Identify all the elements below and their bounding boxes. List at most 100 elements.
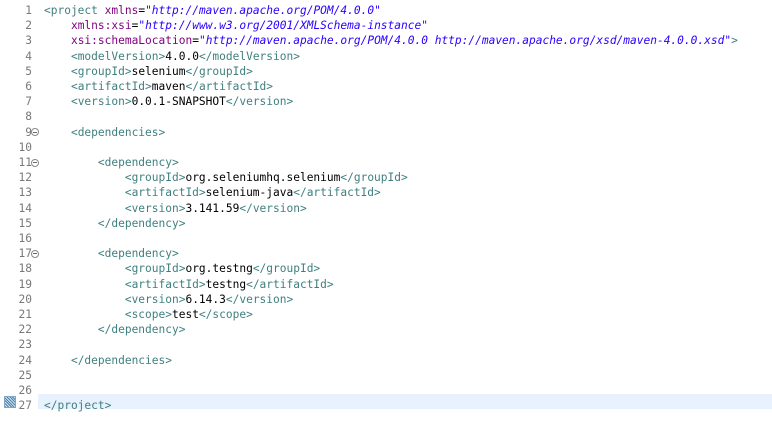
- code-line[interactable]: xsi:schemaLocation="http://maven.apache.…: [44, 33, 738, 48]
- code-line[interactable]: <groupId>selenium</groupId>: [44, 64, 253, 79]
- xml-editor[interactable]: 1 2 3 4 5 6 7 8 9 10 11 12 13 14 15 16 17 18 19 20 21 22 23 24 2…: [0, 0, 772, 425]
- code-token: </scope>: [198, 308, 253, 321]
- code-token: </artifactId>: [293, 186, 381, 200]
- code-line[interactable]: <version>6.14.3</version>: [44, 292, 293, 307]
- code-token: =: [192, 34, 199, 48]
- code-token: <artifactId>: [124, 277, 206, 291]
- code-token: </version>: [239, 201, 307, 215]
- code-line[interactable]: </dependency>: [44, 216, 186, 231]
- code-token: "http://www.w3.org/2001/XMLSchema-instan…: [138, 19, 428, 33]
- line-number: 18: [18, 262, 32, 276]
- code-line[interactable]: <modelVersion>4.0.0</modelVersion>: [44, 49, 300, 64]
- line-number: 12: [18, 171, 32, 185]
- line-number: 10: [18, 140, 32, 154]
- code-token: 4.0.0: [165, 49, 199, 63]
- code-token: <version>: [124, 201, 186, 215]
- code-line[interactable]: <artifactId>testng</artifactId>: [44, 277, 334, 292]
- line-number: 7: [25, 95, 32, 109]
- code-token: <groupId>: [124, 171, 186, 185]
- line-number: 14: [18, 201, 32, 215]
- code-token: maven: [151, 80, 186, 93]
- code-token: </version>: [225, 95, 294, 109]
- code-area[interactable]: <project xmlns="http://maven.apache.org/…: [38, 0, 772, 425]
- code-token: test: [171, 308, 199, 321]
- code-token: </groupId>: [252, 262, 321, 276]
- code-token: "http://maven.apache.org/POM/4.0.0 http:…: [198, 34, 732, 48]
- code-line[interactable]: </dependencies>: [44, 353, 172, 368]
- code-token: </artifactId>: [246, 277, 334, 291]
- code-line[interactable]: <scope>test</scope>: [44, 307, 253, 322]
- code-token: <dependencies>: [70, 125, 166, 139]
- line-number: 21: [18, 308, 32, 321]
- line-number: 13: [18, 186, 32, 200]
- code-line[interactable]: <dependency>: [44, 155, 179, 170]
- line-number: 25: [18, 368, 32, 382]
- code-token: org.testng: [185, 262, 253, 276]
- code-line[interactable]: </project>: [44, 398, 111, 413]
- code-token: </dependency>: [97, 323, 186, 337]
- code-line[interactable]: <groupId>org.testng</groupId>: [44, 261, 320, 276]
- code-token: testng: [205, 277, 247, 291]
- code-token: <groupId>: [124, 262, 186, 276]
- code-token: </groupId>: [185, 64, 253, 78]
- code-line[interactable]: <version>0.0.1-SNAPSHOT</version>: [44, 94, 293, 109]
- code-token: selenium: [131, 64, 186, 78]
- code-token: <project: [44, 4, 105, 17]
- code-line[interactable]: <artifactId>selenium-java</artifactId>: [44, 185, 381, 200]
- code-line[interactable]: <dependency>: [44, 246, 179, 261]
- line-number-gutter[interactable]: 1 2 3 4 5 6 7 8 9 10 11 12 13 14 15 16 17 18 19 20 21 22 23 24 2…: [0, 0, 39, 425]
- line-number: 20: [18, 292, 32, 306]
- code-token: 0.0.1-SNAPSHOT: [131, 95, 226, 109]
- code-token: </project>: [44, 399, 112, 413]
- code-token: </version>: [225, 292, 294, 306]
- line-number: 9: [25, 125, 32, 139]
- line-number: 17: [18, 247, 32, 261]
- code-token: <artifactId>: [70, 80, 152, 93]
- line-number: 6: [25, 80, 32, 93]
- code-token: 6.14.3: [185, 292, 226, 306]
- code-token: xmlns: [104, 4, 139, 17]
- code-token: </modelVersion>: [198, 49, 300, 63]
- code-token: <version>: [70, 95, 132, 109]
- code-token: <modelVersion>: [70, 49, 166, 63]
- code-token: org.seleniumhq.selenium: [185, 171, 341, 185]
- code-line[interactable]: <artifactId>maven</artifactId>: [44, 79, 273, 94]
- code-line[interactable]: </dependency>: [44, 322, 186, 337]
- code-token: </groupId>: [340, 171, 408, 185]
- code-line[interactable]: <version>3.141.59</version>: [44, 201, 307, 216]
- code-token: xmlns:xsi: [70, 19, 132, 33]
- code-line[interactable]: <groupId>org.seleniumhq.selenium</groupI…: [44, 170, 408, 185]
- bookmark-icon[interactable]: [4, 396, 16, 408]
- code-token: 3.141.59: [185, 201, 240, 215]
- code-token: xsi:schemaLocation: [70, 34, 193, 48]
- line-number: 2: [25, 19, 32, 33]
- code-token: "http://maven.apache.org/POM/4.0.0": [145, 4, 381, 17]
- line-number: 23: [18, 338, 32, 352]
- code-token: <dependency>: [97, 247, 179, 261]
- code-line[interactable]: xmlns:xsi="http://www.w3.org/2001/XMLSch…: [44, 18, 428, 33]
- code-token: </dependencies>: [70, 353, 172, 367]
- code-line[interactable]: <dependencies>: [44, 125, 165, 140]
- line-number: 15: [18, 216, 32, 230]
- line-number: 1: [25, 4, 32, 17]
- code-token: >: [731, 34, 738, 48]
- line-number: 19: [18, 277, 32, 291]
- code-token: </artifactId>: [185, 80, 274, 93]
- code-line[interactable]: <project xmlns="http://maven.apache.org/…: [44, 3, 381, 18]
